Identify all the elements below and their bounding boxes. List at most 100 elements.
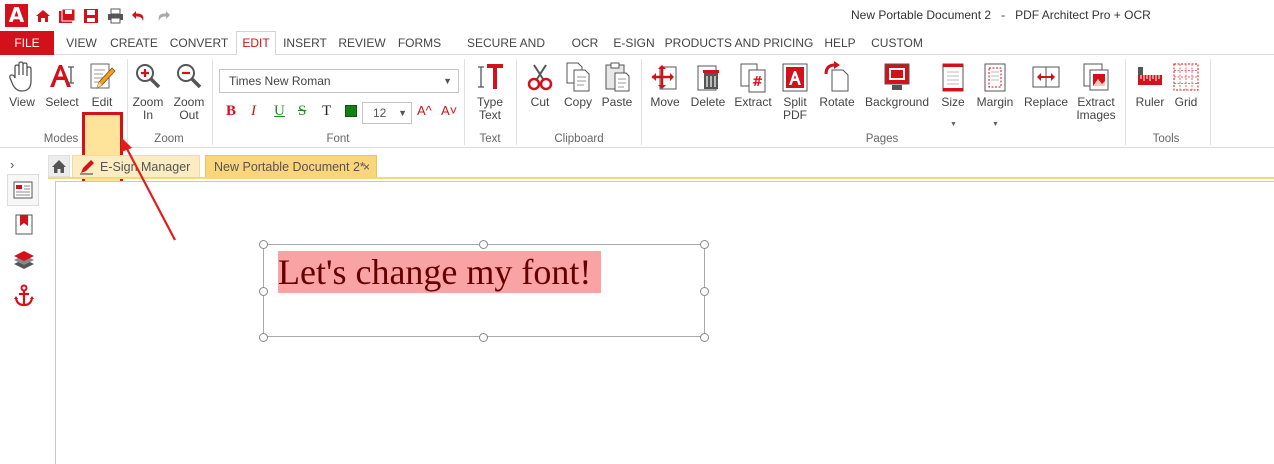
select-mode-label: Select: [45, 95, 79, 109]
resize-handle[interactable]: [700, 287, 709, 296]
bookmarks-panel-button[interactable]: [10, 210, 38, 238]
rotate-page-button[interactable]: Rotate: [817, 59, 857, 109]
view-mode-button[interactable]: View: [4, 59, 40, 109]
home-tab[interactable]: [48, 155, 70, 177]
app-logo[interactable]: A: [5, 4, 28, 27]
pages-group-label: Pages: [865, 133, 899, 145]
color-swatch[interactable]: [345, 105, 357, 117]
tab-ocr[interactable]: OCR: [566, 31, 604, 55]
extract-images-button[interactable]: Extract Images: [1074, 59, 1118, 122]
title-bar: A New Portable Document 2 - PDF Architec…: [0, 0, 1274, 31]
view-mode-label: View: [9, 95, 35, 109]
tab-document-label: New Portable Document 2*: [214, 160, 365, 174]
bold-button[interactable]: B: [226, 103, 236, 120]
strikethrough-button[interactable]: S: [298, 103, 306, 120]
zoom-in-button[interactable]: Zoom In: [130, 59, 166, 122]
ruler-icon: [1138, 67, 1162, 85]
extract-page-button[interactable]: # Extract: [733, 59, 773, 109]
save-icon[interactable]: [82, 7, 100, 25]
print-icon[interactable]: [106, 7, 124, 25]
tab-create[interactable]: CREATE: [107, 31, 161, 55]
ruler-button[interactable]: Ruler: [1131, 59, 1169, 109]
delete-page-button[interactable]: Delete: [688, 59, 728, 109]
layers-panel-button[interactable]: [10, 246, 38, 274]
tab-edit[interactable]: EDIT: [236, 31, 276, 56]
tab-e-sign[interactable]: E-SIGN: [609, 31, 659, 55]
move-page-button[interactable]: Move: [645, 59, 685, 109]
resize-handle[interactable]: [700, 240, 709, 249]
split-pdf-button[interactable]: Split PDF: [776, 59, 814, 122]
tab-e-sign-manager-label: E-Sign Manager: [100, 160, 191, 174]
type-text-button[interactable]: Type Text: [470, 59, 510, 122]
shrink-font-button[interactable]: A˅: [441, 103, 457, 118]
paste-button[interactable]: Paste: [598, 59, 636, 109]
font-family-select[interactable]: Times New Roman ▼: [219, 69, 459, 93]
select-mode-button[interactable]: Select: [43, 59, 81, 109]
page-size-icon: [942, 63, 964, 92]
tab-custom[interactable]: CUSTOM: [866, 31, 928, 55]
cut-label: Cut: [530, 95, 550, 109]
undo-icon[interactable]: [130, 7, 148, 25]
menu-bar: FILE VIEW CREATE CONVERT EDIT INSERT REV…: [0, 31, 1274, 74]
resize-handle[interactable]: [700, 333, 709, 342]
copy-button[interactable]: Copy: [559, 59, 597, 109]
svg-text:#: #: [752, 75, 763, 90]
tab-e-sign-manager[interactable]: E-Sign Manager: [72, 155, 200, 178]
ribbon-separator: [1125, 59, 1126, 145]
tab-products-and-pricing[interactable]: PRODUCTS AND PRICING: [664, 31, 814, 55]
tab-insert[interactable]: INSERT: [280, 31, 330, 55]
redo-icon[interactable]: [154, 7, 172, 25]
split-pdf-icon: [782, 63, 808, 92]
resize-handle[interactable]: [259, 240, 268, 249]
signature-pen-icon: [80, 160, 94, 175]
anchor-panel-button[interactable]: [10, 282, 38, 310]
grow-font-button[interactable]: A^: [417, 103, 432, 118]
background-label: Background: [864, 95, 930, 109]
pencil-icon: [90, 63, 116, 89]
layers-icon: [14, 251, 34, 269]
resize-handle[interactable]: [259, 333, 268, 342]
home-icon[interactable]: [34, 7, 52, 25]
underline-button[interactable]: U: [274, 103, 285, 120]
grid-button[interactable]: Grid: [1169, 59, 1203, 109]
cut-button[interactable]: Cut: [521, 59, 559, 109]
resize-handle[interactable]: [479, 240, 488, 249]
background-button[interactable]: Background: [862, 59, 932, 109]
font-size-select[interactable]: 12 ▼: [362, 102, 412, 124]
zoom-out-button[interactable]: Zoom Out: [171, 59, 207, 122]
clipboard-group-label: Clipboard: [554, 133, 604, 145]
delete-page-label: Delete: [690, 95, 726, 109]
chevron-down-icon: ▼: [992, 121, 999, 128]
rotate-page-label: Rotate: [819, 95, 855, 109]
copy-label: Copy: [563, 95, 592, 109]
tab-help[interactable]: HELP: [820, 31, 860, 55]
pages-panel-button[interactable]: [7, 174, 39, 206]
tab-view[interactable]: VIEW: [60, 31, 103, 55]
file-tab[interactable]: FILE: [0, 31, 54, 55]
tab-new-portable-document[interactable]: New Portable Document 2* ×: [205, 155, 377, 178]
text-group-label: Text: [479, 133, 501, 145]
thumbnails-icon: [13, 181, 33, 199]
replace-page-button[interactable]: Replace: [1022, 59, 1070, 109]
page-size-button[interactable]: Size: [937, 59, 969, 109]
edit-mode-button[interactable]: Edit: [84, 59, 120, 109]
tab-review[interactable]: REVIEW: [336, 31, 388, 55]
zoom-in-label: Zoom In: [132, 95, 164, 122]
tab-convert[interactable]: CONVERT: [165, 31, 233, 55]
close-icon[interactable]: ×: [363, 156, 370, 178]
zoom-out-icon: [177, 64, 202, 89]
italic-button[interactable]: I: [251, 103, 256, 120]
document-text[interactable]: Let's change my font!: [278, 251, 602, 293]
page-margin-button[interactable]: Margin: [974, 59, 1016, 109]
expand-panel-icon[interactable]: ›: [10, 157, 14, 172]
move-icon: [652, 65, 677, 90]
extract-images-icon: [1083, 63, 1109, 91]
resize-handle[interactable]: [259, 287, 268, 296]
resize-handle[interactable]: [479, 333, 488, 342]
save-all-icon[interactable]: [58, 7, 76, 25]
tab-secure-and-sign[interactable]: SECURE AND SIGN: [451, 31, 561, 74]
text-color-button[interactable]: T: [322, 103, 331, 120]
extract-images-label: Extract Images: [1076, 95, 1116, 122]
rotate-icon: [824, 61, 849, 92]
tab-forms[interactable]: FORMS: [393, 31, 446, 55]
